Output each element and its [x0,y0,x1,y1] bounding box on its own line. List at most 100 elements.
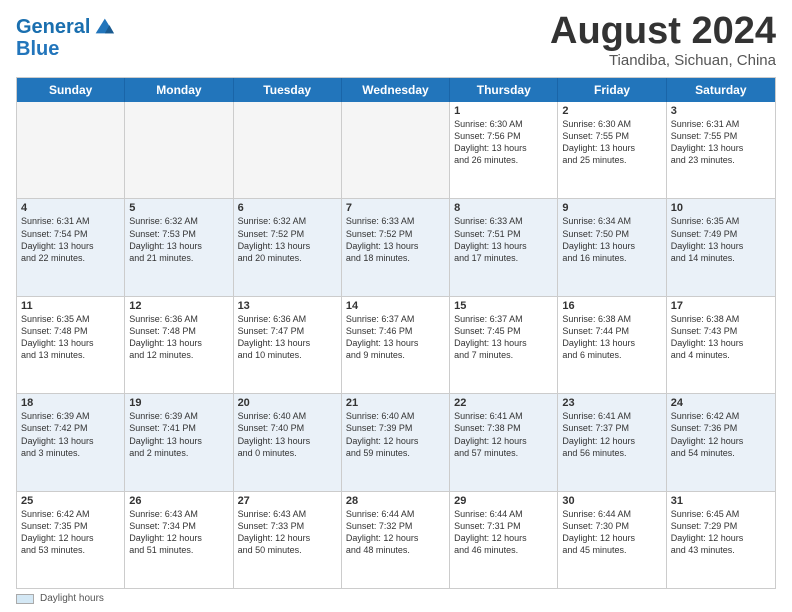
day-cell-31: 31Sunrise: 6:45 AM Sunset: 7:29 PM Dayli… [667,492,775,588]
day-number: 23 [562,397,661,409]
day-cell-29: 29Sunrise: 6:44 AM Sunset: 7:31 PM Dayli… [450,492,558,588]
day-number: 20 [238,397,337,409]
day-info: Sunrise: 6:36 AM Sunset: 7:48 PM Dayligh… [129,313,228,362]
day-cell-4: 4Sunrise: 6:31 AM Sunset: 7:54 PM Daylig… [17,199,125,295]
day-cell-8: 8Sunrise: 6:33 AM Sunset: 7:51 PM Daylig… [450,199,558,295]
week-row-3: 11Sunrise: 6:35 AM Sunset: 7:48 PM Dayli… [17,297,775,394]
day-header-saturday: Saturday [667,78,775,102]
day-cell-14: 14Sunrise: 6:37 AM Sunset: 7:46 PM Dayli… [342,297,450,393]
day-cell-empty [17,102,125,198]
day-cell-18: 18Sunrise: 6:39 AM Sunset: 7:42 PM Dayli… [17,394,125,490]
day-info: Sunrise: 6:32 AM Sunset: 7:53 PM Dayligh… [129,215,228,264]
day-cell-27: 27Sunrise: 6:43 AM Sunset: 7:33 PM Dayli… [234,492,342,588]
day-cell-11: 11Sunrise: 6:35 AM Sunset: 7:48 PM Dayli… [17,297,125,393]
day-header-thursday: Thursday [450,78,558,102]
week-row-1: 1Sunrise: 6:30 AM Sunset: 7:56 PM Daylig… [17,102,775,199]
logo-text: General [16,16,90,38]
day-info: Sunrise: 6:31 AM Sunset: 7:55 PM Dayligh… [671,118,771,167]
day-info: Sunrise: 6:38 AM Sunset: 7:43 PM Dayligh… [671,313,771,362]
day-info: Sunrise: 6:38 AM Sunset: 7:44 PM Dayligh… [562,313,661,362]
day-info: Sunrise: 6:37 AM Sunset: 7:45 PM Dayligh… [454,313,553,362]
title-block: August 2024 Tiandiba, Sichuan, China [550,12,776,69]
day-number: 22 [454,397,553,409]
month-title: August 2024 [550,12,776,50]
day-cell-7: 7Sunrise: 6:33 AM Sunset: 7:52 PM Daylig… [342,199,450,295]
day-info: Sunrise: 6:39 AM Sunset: 7:41 PM Dayligh… [129,410,228,459]
day-number: 21 [346,397,445,409]
day-info: Sunrise: 6:34 AM Sunset: 7:50 PM Dayligh… [562,215,661,264]
day-cell-16: 16Sunrise: 6:38 AM Sunset: 7:44 PM Dayli… [558,297,666,393]
day-cell-21: 21Sunrise: 6:40 AM Sunset: 7:39 PM Dayli… [342,394,450,490]
day-number: 9 [562,202,661,214]
day-number: 13 [238,300,337,312]
day-info: Sunrise: 6:44 AM Sunset: 7:32 PM Dayligh… [346,508,445,557]
logo: General Blue [16,16,114,60]
day-cell-9: 9Sunrise: 6:34 AM Sunset: 7:50 PM Daylig… [558,199,666,295]
day-info: Sunrise: 6:32 AM Sunset: 7:52 PM Dayligh… [238,215,337,264]
day-info: Sunrise: 6:41 AM Sunset: 7:37 PM Dayligh… [562,410,661,459]
day-cell-6: 6Sunrise: 6:32 AM Sunset: 7:52 PM Daylig… [234,199,342,295]
day-cell-25: 25Sunrise: 6:42 AM Sunset: 7:35 PM Dayli… [17,492,125,588]
daylight-swatch [16,594,34,604]
header: General Blue August 2024 Tiandiba, Sichu… [16,12,776,69]
day-info: Sunrise: 6:39 AM Sunset: 7:42 PM Dayligh… [21,410,120,459]
week-row-5: 25Sunrise: 6:42 AM Sunset: 7:35 PM Dayli… [17,492,775,588]
day-number: 4 [21,202,120,214]
day-number: 14 [346,300,445,312]
day-cell-19: 19Sunrise: 6:39 AM Sunset: 7:41 PM Dayli… [125,394,233,490]
day-headers: SundayMondayTuesdayWednesdayThursdayFrid… [17,78,775,102]
page: General Blue August 2024 Tiandiba, Sichu… [0,0,792,612]
day-cell-24: 24Sunrise: 6:42 AM Sunset: 7:36 PM Dayli… [667,394,775,490]
day-cell-13: 13Sunrise: 6:36 AM Sunset: 7:47 PM Dayli… [234,297,342,393]
day-number: 12 [129,300,228,312]
day-cell-22: 22Sunrise: 6:41 AM Sunset: 7:38 PM Dayli… [450,394,558,490]
day-number: 2 [562,105,661,117]
day-info: Sunrise: 6:33 AM Sunset: 7:52 PM Dayligh… [346,215,445,264]
day-cell-26: 26Sunrise: 6:43 AM Sunset: 7:34 PM Dayli… [125,492,233,588]
day-number: 8 [454,202,553,214]
calendar: SundayMondayTuesdayWednesdayThursdayFrid… [16,77,776,589]
day-number: 11 [21,300,120,312]
location: Tiandiba, Sichuan, China [550,52,776,69]
day-number: 15 [454,300,553,312]
day-cell-28: 28Sunrise: 6:44 AM Sunset: 7:32 PM Dayli… [342,492,450,588]
day-info: Sunrise: 6:43 AM Sunset: 7:34 PM Dayligh… [129,508,228,557]
logo-icon [92,15,114,37]
day-info: Sunrise: 6:35 AM Sunset: 7:49 PM Dayligh… [671,215,771,264]
day-info: Sunrise: 6:40 AM Sunset: 7:39 PM Dayligh… [346,410,445,459]
day-number: 19 [129,397,228,409]
day-cell-23: 23Sunrise: 6:41 AM Sunset: 7:37 PM Dayli… [558,394,666,490]
day-cell-15: 15Sunrise: 6:37 AM Sunset: 7:45 PM Dayli… [450,297,558,393]
day-cell-20: 20Sunrise: 6:40 AM Sunset: 7:40 PM Dayli… [234,394,342,490]
day-cell-empty [342,102,450,198]
day-info: Sunrise: 6:45 AM Sunset: 7:29 PM Dayligh… [671,508,771,557]
day-header-friday: Friday [558,78,666,102]
day-number: 5 [129,202,228,214]
day-number: 17 [671,300,771,312]
day-info: Sunrise: 6:42 AM Sunset: 7:36 PM Dayligh… [671,410,771,459]
day-cell-30: 30Sunrise: 6:44 AM Sunset: 7:30 PM Dayli… [558,492,666,588]
day-number: 31 [671,495,771,507]
day-header-sunday: Sunday [17,78,125,102]
day-cell-empty [125,102,233,198]
day-cell-10: 10Sunrise: 6:35 AM Sunset: 7:49 PM Dayli… [667,199,775,295]
day-number: 3 [671,105,771,117]
day-info: Sunrise: 6:30 AM Sunset: 7:55 PM Dayligh… [562,118,661,167]
day-number: 28 [346,495,445,507]
day-number: 6 [238,202,337,214]
day-number: 1 [454,105,553,117]
day-info: Sunrise: 6:33 AM Sunset: 7:51 PM Dayligh… [454,215,553,264]
day-info: Sunrise: 6:42 AM Sunset: 7:35 PM Dayligh… [21,508,120,557]
footer-label: Daylight hours [40,593,104,604]
day-info: Sunrise: 6:37 AM Sunset: 7:46 PM Dayligh… [346,313,445,362]
day-cell-empty [234,102,342,198]
day-cell-17: 17Sunrise: 6:38 AM Sunset: 7:43 PM Dayli… [667,297,775,393]
day-cell-1: 1Sunrise: 6:30 AM Sunset: 7:56 PM Daylig… [450,102,558,198]
logo-blue-text: Blue [16,38,59,60]
day-info: Sunrise: 6:44 AM Sunset: 7:30 PM Dayligh… [562,508,661,557]
day-cell-3: 3Sunrise: 6:31 AM Sunset: 7:55 PM Daylig… [667,102,775,198]
day-header-wednesday: Wednesday [342,78,450,102]
day-number: 16 [562,300,661,312]
day-number: 24 [671,397,771,409]
day-number: 10 [671,202,771,214]
